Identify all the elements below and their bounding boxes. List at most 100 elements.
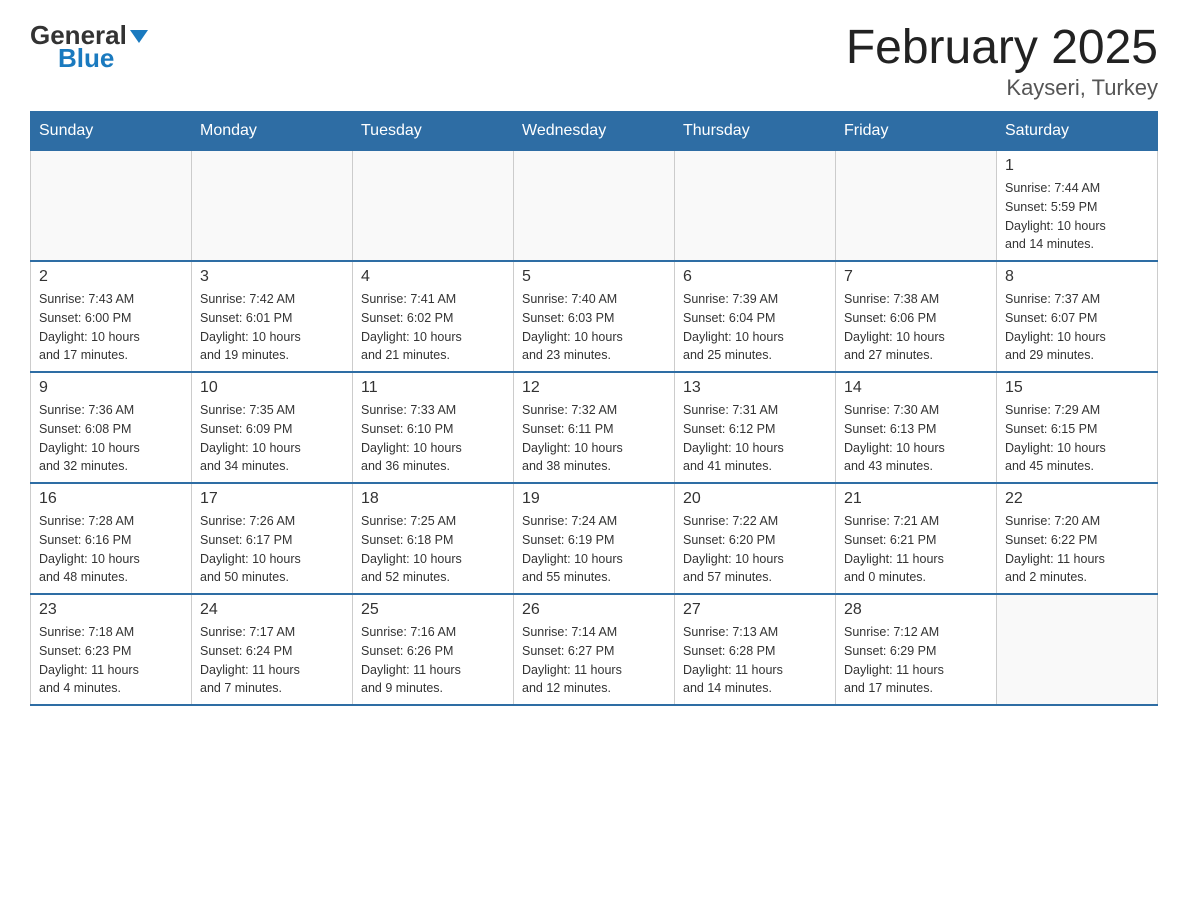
day-number: 23 <box>39 601 183 619</box>
day-info: Sunrise: 7:26 AM Sunset: 6:17 PM Dayligh… <box>200 512 344 587</box>
calendar-day-cell: 2 Sunrise: 7:43 AM Sunset: 6:00 PM Daylig… <box>31 261 192 372</box>
day-number: 20 <box>683 490 827 508</box>
day-number: 26 <box>522 601 666 619</box>
day-number: 25 <box>361 601 505 619</box>
day-info: Sunrise: 7:39 AM Sunset: 6:04 PM Dayligh… <box>683 290 827 365</box>
calendar-day-cell <box>675 151 836 262</box>
calendar-title: February 2025 <box>846 20 1158 75</box>
calendar-day-cell: 22 Sunrise: 7:20 AM Sunset: 6:22 PM Dayli… <box>997 483 1158 594</box>
calendar-day-cell: 8 Sunrise: 7:37 AM Sunset: 6:07 PM Daylig… <box>997 261 1158 372</box>
day-number: 7 <box>844 268 988 286</box>
day-info: Sunrise: 7:32 AM Sunset: 6:11 PM Dayligh… <box>522 401 666 476</box>
day-info: Sunrise: 7:16 AM Sunset: 6:26 PM Dayligh… <box>361 623 505 698</box>
day-number: 5 <box>522 268 666 286</box>
calendar-day-cell: 27 Sunrise: 7:13 AM Sunset: 6:28 PM Dayli… <box>675 594 836 705</box>
calendar-title-section: February 2025 Kayseri, Turkey <box>846 20 1158 101</box>
calendar-day-cell <box>997 594 1158 705</box>
day-info: Sunrise: 7:20 AM Sunset: 6:22 PM Dayligh… <box>1005 512 1149 587</box>
calendar-day-cell: 9 Sunrise: 7:36 AM Sunset: 6:08 PM Daylig… <box>31 372 192 483</box>
day-info: Sunrise: 7:36 AM Sunset: 6:08 PM Dayligh… <box>39 401 183 476</box>
calendar-day-cell: 21Sunrise: 7:21 AM Sunset: 6:21 PM Dayli… <box>836 483 997 594</box>
day-info: Sunrise: 7:31 AM Sunset: 6:12 PM Dayligh… <box>683 401 827 476</box>
calendar-day-cell: 24 Sunrise: 7:17 AM Sunset: 6:24 PM Dayli… <box>192 594 353 705</box>
day-number: 28 <box>844 601 988 619</box>
day-number: 10 <box>200 379 344 397</box>
calendar-week-row: 1 Sunrise: 7:44 AM Sunset: 5:59 PM Daylig… <box>31 151 1158 262</box>
day-info: Sunrise: 7:17 AM Sunset: 6:24 PM Dayligh… <box>200 623 344 698</box>
calendar-day-cell <box>836 151 997 262</box>
day-number: 19 <box>522 490 666 508</box>
calendar-day-cell: 10 Sunrise: 7:35 AM Sunset: 6:09 PM Dayli… <box>192 372 353 483</box>
calendar-day-cell: 11 Sunrise: 7:33 AM Sunset: 6:10 PM Dayli… <box>353 372 514 483</box>
calendar-weekday-header: Wednesday <box>514 112 675 151</box>
calendar-day-cell: 5 Sunrise: 7:40 AM Sunset: 6:03 PM Daylig… <box>514 261 675 372</box>
calendar-day-cell: 12 Sunrise: 7:32 AM Sunset: 6:11 PM Dayli… <box>514 372 675 483</box>
day-number: 27 <box>683 601 827 619</box>
calendar-day-cell: 1 Sunrise: 7:44 AM Sunset: 5:59 PM Daylig… <box>997 151 1158 262</box>
calendar-weekday-header: Thursday <box>675 112 836 151</box>
day-info: Sunrise: 7:29 AM Sunset: 6:15 PM Dayligh… <box>1005 401 1149 476</box>
day-info: Sunrise: 7:18 AM Sunset: 6:23 PM Dayligh… <box>39 623 183 698</box>
calendar-weekday-header: Sunday <box>31 112 192 151</box>
day-info: Sunrise: 7:40 AM Sunset: 6:03 PM Dayligh… <box>522 290 666 365</box>
day-number: 2 <box>39 268 183 286</box>
day-info: Sunrise: 7:43 AM Sunset: 6:00 PM Dayligh… <box>39 290 183 365</box>
calendar-day-cell: 16 Sunrise: 7:28 AM Sunset: 6:16 PM Dayli… <box>31 483 192 594</box>
day-number: 9 <box>39 379 183 397</box>
day-info: Sunrise: 7:37 AM Sunset: 6:07 PM Dayligh… <box>1005 290 1149 365</box>
day-number: 17 <box>200 490 344 508</box>
day-number: 22 <box>1005 490 1149 508</box>
day-number: 1 <box>1005 157 1149 175</box>
page-header: General Blue February 2025 Kayseri, Turk… <box>30 20 1158 101</box>
day-number: 18 <box>361 490 505 508</box>
calendar-day-cell: 20 Sunrise: 7:22 AM Sunset: 6:20 PM Dayli… <box>675 483 836 594</box>
day-info: Sunrise: 7:12 AM Sunset: 6:29 PM Dayligh… <box>844 623 988 698</box>
day-info: Sunrise: 7:28 AM Sunset: 6:16 PM Dayligh… <box>39 512 183 587</box>
calendar-week-row: 2 Sunrise: 7:43 AM Sunset: 6:00 PM Daylig… <box>31 261 1158 372</box>
calendar-day-cell: 28 Sunrise: 7:12 AM Sunset: 6:29 PM Dayli… <box>836 594 997 705</box>
calendar-week-row: 9 Sunrise: 7:36 AM Sunset: 6:08 PM Daylig… <box>31 372 1158 483</box>
day-info: Sunrise: 7:35 AM Sunset: 6:09 PM Dayligh… <box>200 401 344 476</box>
calendar-day-cell: 15 Sunrise: 7:29 AM Sunset: 6:15 PM Dayli… <box>997 372 1158 483</box>
calendar-day-cell <box>192 151 353 262</box>
day-number: 16 <box>39 490 183 508</box>
day-number: 12 <box>522 379 666 397</box>
calendar-weekday-header: Saturday <box>997 112 1158 151</box>
day-info: Sunrise: 7:30 AM Sunset: 6:13 PM Dayligh… <box>844 401 988 476</box>
calendar-day-cell: 19 Sunrise: 7:24 AM Sunset: 6:19 PM Dayli… <box>514 483 675 594</box>
calendar-week-row: 16 Sunrise: 7:28 AM Sunset: 6:16 PM Dayli… <box>31 483 1158 594</box>
day-info: Sunrise: 7:44 AM Sunset: 5:59 PM Dayligh… <box>1005 179 1149 254</box>
calendar-day-cell: 7Sunrise: 7:38 AM Sunset: 6:06 PM Daylig… <box>836 261 997 372</box>
day-number: 15 <box>1005 379 1149 397</box>
day-info: Sunrise: 7:22 AM Sunset: 6:20 PM Dayligh… <box>683 512 827 587</box>
calendar-day-cell: 13 Sunrise: 7:31 AM Sunset: 6:12 PM Dayli… <box>675 372 836 483</box>
calendar-weekday-header: Monday <box>192 112 353 151</box>
day-number: 6 <box>683 268 827 286</box>
calendar-day-cell: 6 Sunrise: 7:39 AM Sunset: 6:04 PM Daylig… <box>675 261 836 372</box>
day-info: Sunrise: 7:13 AM Sunset: 6:28 PM Dayligh… <box>683 623 827 698</box>
day-number: 8 <box>1005 268 1149 286</box>
calendar-day-cell <box>31 151 192 262</box>
day-number: 24 <box>200 601 344 619</box>
day-number: 3 <box>200 268 344 286</box>
calendar-weekday-header: Tuesday <box>353 112 514 151</box>
calendar-day-cell: 3 Sunrise: 7:42 AM Sunset: 6:01 PM Daylig… <box>192 261 353 372</box>
calendar-table: SundayMondayTuesdayWednesdayThursdayFrid… <box>30 111 1158 706</box>
day-info: Sunrise: 7:33 AM Sunset: 6:10 PM Dayligh… <box>361 401 505 476</box>
day-info: Sunrise: 7:41 AM Sunset: 6:02 PM Dayligh… <box>361 290 505 365</box>
calendar-day-cell: 17 Sunrise: 7:26 AM Sunset: 6:17 PM Dayli… <box>192 483 353 594</box>
day-number: 13 <box>683 379 827 397</box>
day-number: 4 <box>361 268 505 286</box>
calendar-subtitle: Kayseri, Turkey <box>846 75 1158 101</box>
day-number: 11 <box>361 379 505 397</box>
calendar-header-row: SundayMondayTuesdayWednesdayThursdayFrid… <box>31 112 1158 151</box>
day-info: Sunrise: 7:24 AM Sunset: 6:19 PM Dayligh… <box>522 512 666 587</box>
calendar-day-cell: 23 Sunrise: 7:18 AM Sunset: 6:23 PM Dayli… <box>31 594 192 705</box>
day-info: Sunrise: 7:25 AM Sunset: 6:18 PM Dayligh… <box>361 512 505 587</box>
calendar-day-cell <box>353 151 514 262</box>
calendar-day-cell <box>514 151 675 262</box>
day-info: Sunrise: 7:21 AM Sunset: 6:21 PM Dayligh… <box>844 512 988 587</box>
calendar-week-row: 23 Sunrise: 7:18 AM Sunset: 6:23 PM Dayli… <box>31 594 1158 705</box>
day-info: Sunrise: 7:42 AM Sunset: 6:01 PM Dayligh… <box>200 290 344 365</box>
calendar-day-cell: 14Sunrise: 7:30 AM Sunset: 6:13 PM Dayli… <box>836 372 997 483</box>
